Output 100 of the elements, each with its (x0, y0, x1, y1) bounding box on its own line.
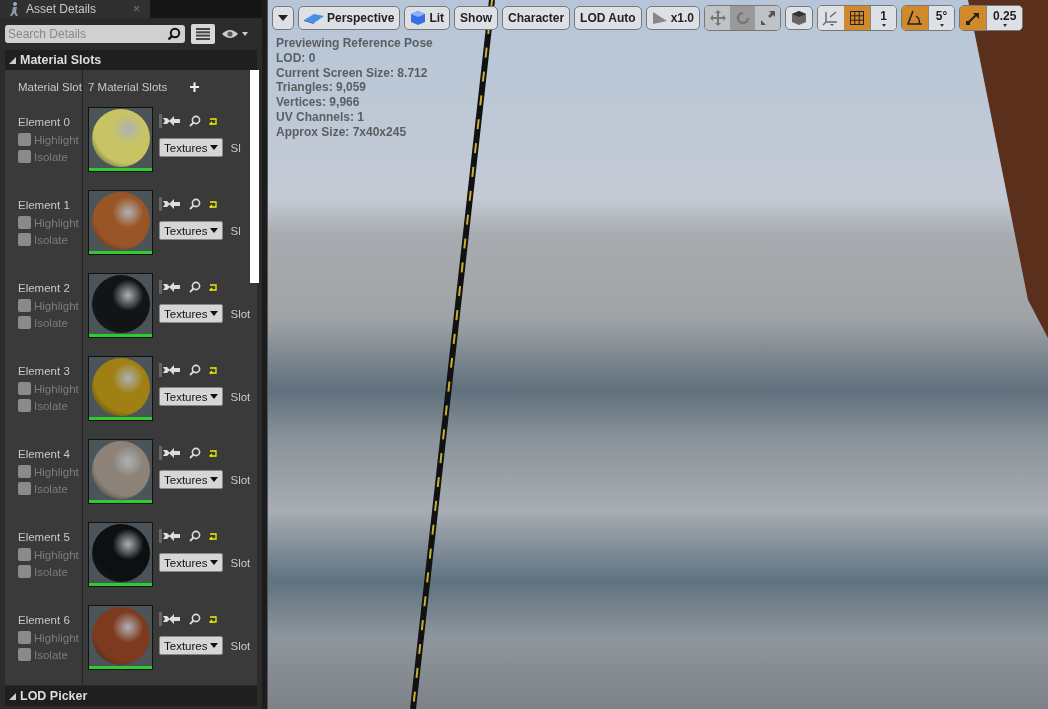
angle-icon[interactable] (902, 6, 928, 30)
checkbox-label: Highlight (34, 133, 79, 146)
material-thumbnail[interactable] (88, 107, 153, 172)
use-selected-icon[interactable] (159, 114, 181, 128)
checkbox[interactable] (18, 233, 31, 246)
textures-dropdown[interactable]: Textures (159, 138, 224, 157)
checkbox[interactable] (18, 216, 31, 229)
view-options-button[interactable] (191, 24, 215, 44)
material-thumbnail[interactable] (88, 605, 153, 670)
element-label: Element 4 (18, 448, 71, 460)
element-label: Element 5 (18, 531, 71, 543)
reset-arrow-icon[interactable] (209, 366, 217, 374)
slot-label: Slot (230, 307, 251, 320)
checkbox[interactable] (18, 150, 31, 163)
section-header[interactable]: Material Slots (5, 50, 257, 70)
checkbox[interactable] (18, 565, 31, 578)
use-selected-icon[interactable] (159, 280, 181, 294)
caret-icon (278, 15, 288, 21)
search-icon[interactable] (189, 198, 201, 210)
stats-line: UV Channels: 1 (276, 110, 366, 125)
textures-dropdown[interactable]: Textures (159, 304, 224, 323)
checkbox-label: Isolate (34, 399, 68, 412)
stats-line: Vertices: 9,966 (276, 95, 361, 110)
checkbox[interactable] (18, 399, 31, 412)
scale-icon[interactable] (755, 6, 780, 30)
use-selected-icon[interactable] (159, 363, 181, 377)
cube-icon (410, 10, 427, 26)
slot-label: Slot (230, 556, 251, 569)
use-selected-icon[interactable] (159, 197, 181, 211)
checkbox-label: Isolate (34, 648, 68, 661)
scrollbar[interactable] (250, 70, 259, 283)
reset-arrow-icon[interactable] (209, 200, 217, 208)
checkbox[interactable] (18, 316, 31, 329)
checkbox-label: Highlight (34, 216, 79, 229)
section-title: Material Slots (20, 53, 102, 67)
grid-icon[interactable] (844, 6, 870, 30)
options-menu-button[interactable] (272, 6, 294, 30)
field-label: Material Slot (18, 81, 82, 93)
panel-tab[interactable]: Asset Details × (0, 0, 150, 18)
reset-arrow-icon[interactable] (209, 532, 217, 540)
stats-line: Current Screen Size: 8.712 (276, 65, 429, 81)
reset-arrow-icon[interactable] (209, 283, 217, 291)
element-label: Element 2 (18, 282, 71, 294)
stats-line: Triangles: 9,059 (276, 80, 368, 96)
search-icon[interactable] (189, 281, 201, 293)
checkbox[interactable] (18, 482, 31, 495)
use-selected-icon[interactable] (159, 612, 181, 626)
material-thumbnail[interactable] (88, 522, 153, 587)
textures-dropdown[interactable]: Textures (159, 636, 224, 655)
slot-count: 7 Material Slots (87, 81, 168, 93)
lighting-button[interactable]: Lit (404, 6, 451, 30)
textures-dropdown[interactable]: Textures (159, 470, 224, 489)
checkbox-label: Isolate (34, 316, 68, 329)
textures-dropdown[interactable]: Textures (159, 221, 224, 240)
material-thumbnail[interactable] (88, 439, 153, 504)
camera-speed-button[interactable]: x1.0 (645, 6, 700, 30)
checkbox[interactable] (18, 133, 31, 146)
material-thumbnail[interactable] (88, 356, 153, 421)
slot-label: Slot (230, 390, 251, 403)
add-button[interactable]: + (189, 76, 200, 98)
search-icon[interactable] (189, 530, 201, 542)
checkbox[interactable] (18, 648, 31, 661)
checkbox-label: Highlight (34, 631, 79, 644)
checkbox-label: Highlight (34, 299, 79, 312)
checkbox[interactable] (18, 631, 31, 644)
snap-value[interactable]: 1 (870, 6, 896, 30)
speed-icon (651, 11, 668, 25)
snap-value[interactable]: 5° (928, 6, 954, 30)
checkbox[interactable] (18, 548, 31, 561)
textures-dropdown[interactable]: Textures (159, 553, 224, 572)
search-icon[interactable] (189, 115, 201, 127)
move-icon[interactable] (705, 6, 730, 30)
section-header[interactable]: LOD Picker (5, 686, 257, 706)
stats-line: Previewing Reference Pose (276, 36, 433, 51)
reset-arrow-icon[interactable] (209, 615, 217, 623)
reset-arrow-icon[interactable] (209, 449, 217, 457)
snap-value[interactable]: 0.25 (986, 6, 1023, 30)
search-icon[interactable] (189, 364, 201, 376)
figure-icon (8, 1, 20, 17)
use-selected-icon[interactable] (159, 446, 181, 460)
section-title: LOD Picker (20, 689, 88, 703)
search-icon[interactable] (189, 447, 201, 459)
cube-icon (791, 10, 807, 26)
checkbox[interactable] (18, 299, 31, 312)
show-button[interactable]: Show (454, 6, 499, 30)
lod-button[interactable]: LOD Auto (574, 6, 642, 30)
textures-dropdown[interactable]: Textures (159, 387, 224, 406)
character-button[interactable]: Character (502, 6, 571, 30)
view-mode-button[interactable]: Perspective (298, 6, 401, 30)
checkbox[interactable] (18, 382, 31, 395)
search-icon[interactable] (189, 613, 201, 625)
use-selected-icon[interactable] (159, 529, 181, 543)
eye-icon[interactable] (221, 28, 249, 40)
material-thumbnail[interactable] (88, 190, 153, 255)
search-field[interactable]: Search Details (5, 25, 185, 43)
search-icon (167, 27, 181, 41)
checkbox[interactable] (18, 465, 31, 478)
material-thumbnail[interactable] (88, 273, 153, 338)
surface-snap-button[interactable] (785, 6, 813, 30)
reset-arrow-icon[interactable] (209, 117, 217, 125)
